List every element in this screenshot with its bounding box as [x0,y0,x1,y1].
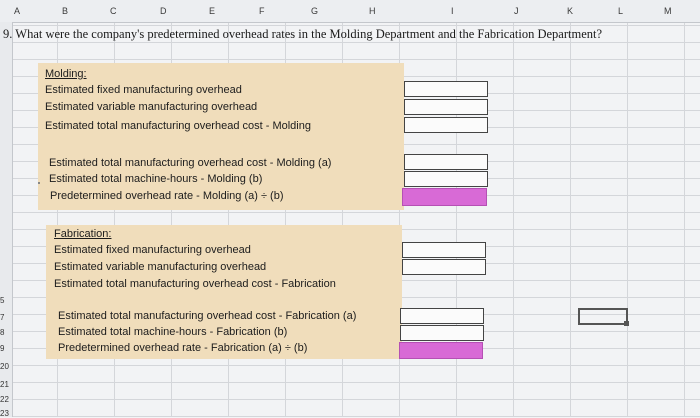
column-header-h[interactable]: H [369,6,376,16]
fill-handle[interactable] [624,321,629,326]
column-header-f[interactable]: F [259,6,265,16]
column-header-bar: A B C D E F G H I J K L M [0,0,700,23]
fabrication-rate-input[interactable] [399,342,483,359]
molding-rate-label: Predetermined overhead rate - Molding (a… [50,190,284,202]
fabrication-hours-b-label: Estimated total machine-hours - Fabricat… [58,326,288,338]
row-number[interactable]: 9 [0,344,4,353]
fabrication-fixed-input[interactable] [402,242,486,258]
fabrication-total-a-input[interactable] [400,308,484,324]
column-header-d[interactable]: D [160,6,167,16]
column-header-j[interactable]: J [514,6,519,16]
selected-cell[interactable] [578,308,628,325]
fabrication-heading: Fabrication: [54,228,112,240]
column-header-c[interactable]: C [110,6,117,16]
molding-total-a-label: Estimated total manufacturing overhead c… [49,157,332,169]
fabrication-hours-b-input[interactable] [400,325,484,341]
row-number[interactable]: 8 [0,328,4,337]
fabrication-fixed-label: Estimated fixed manufacturing overhead [54,244,251,256]
row-number[interactable]: 5 [0,296,4,305]
row-number-gutter [0,22,13,417]
fabrication-total-a-label: Estimated total manufacturing overhead c… [58,310,357,322]
column-header-g[interactable]: G [311,6,318,16]
molding-fixed-label: Estimated fixed manufacturing overhead [45,84,242,96]
molding-total-a-input[interactable] [404,154,488,170]
column-header-e[interactable]: E [209,6,215,16]
molding-variable-label: Estimated variable manufacturing overhea… [45,101,258,113]
column-header-a[interactable]: A [14,6,20,16]
fabrication-rate-label: Predetermined overhead rate - Fabricatio… [58,342,308,354]
column-header-m[interactable]: M [664,6,672,16]
molding-total-input[interactable] [404,117,488,133]
column-header-b[interactable]: B [62,6,68,16]
molding-rate-input[interactable] [402,188,487,206]
fabrication-variable-input[interactable] [402,259,486,275]
stray-dot [38,182,40,184]
row-number[interactable]: 22 [0,395,9,404]
molding-heading: Molding: [45,68,87,80]
molding-fixed-input[interactable] [404,81,488,97]
row-number[interactable]: 7 [0,313,4,322]
column-header-l[interactable]: L [618,6,623,16]
question-text: 9. What were the company's predetermined… [3,27,603,41]
molding-total-label: Estimated total manufacturing overhead c… [45,120,311,132]
column-header-i[interactable]: I [451,6,454,16]
molding-variable-input[interactable] [404,99,488,115]
row-number[interactable]: 21 [0,380,9,389]
molding-hours-b-label: Estimated total machine-hours - Molding … [49,173,263,185]
molding-hours-b-input[interactable] [404,171,488,187]
fabrication-total-label: Estimated total manufacturing overhead c… [54,278,336,290]
row-number[interactable]: 20 [0,362,9,371]
column-header-k[interactable]: K [567,6,573,16]
fabrication-variable-label: Estimated variable manufacturing overhea… [54,261,267,273]
